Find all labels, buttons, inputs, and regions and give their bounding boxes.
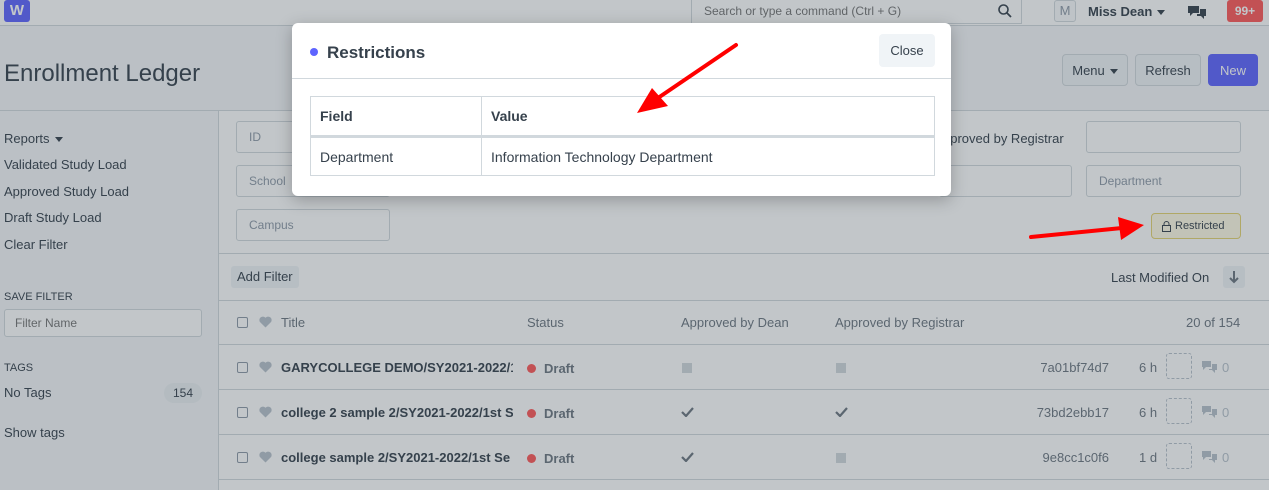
dialog-title: Restrictions — [327, 43, 426, 62]
close-button[interactable]: Close — [879, 34, 935, 67]
restriction-value: Information Technology Department — [481, 136, 935, 176]
column-field: Field — [310, 96, 482, 138]
table-row: Department Information Technology Depart… — [311, 136, 935, 176]
restrictions-dialog: Restrictions Close Field Value Departmen… — [292, 23, 951, 196]
restrictions-table: Field Value Department Information Techn… — [310, 96, 935, 176]
indicator-dot — [310, 48, 318, 56]
dialog-header: Restrictions Close — [292, 23, 951, 79]
column-value: Value — [481, 96, 935, 138]
table-header-row: Field Value — [310, 96, 935, 138]
restriction-field: Department — [320, 148, 394, 165]
